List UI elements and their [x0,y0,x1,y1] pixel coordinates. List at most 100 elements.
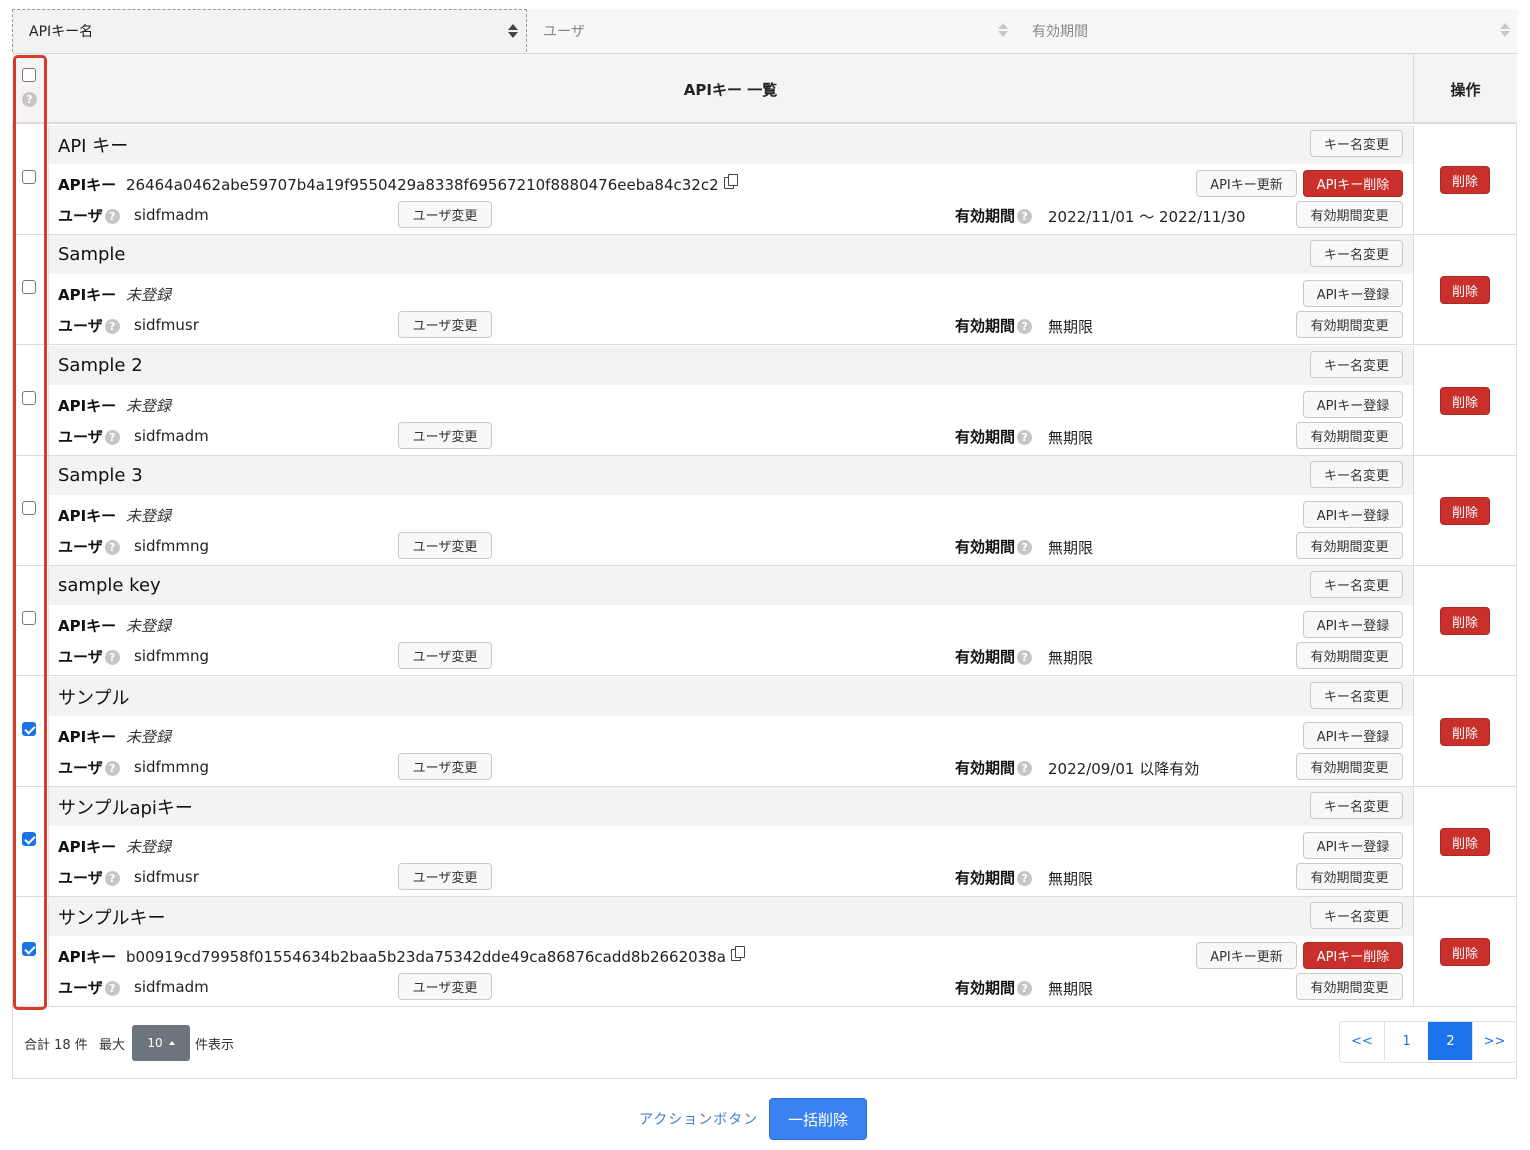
delete-api-key-button[interactable]: APIキー削除 [1303,942,1403,969]
delete-api-key-button[interactable]: APIキー削除 [1303,170,1403,197]
pagination-first[interactable]: << [1340,1022,1384,1060]
change-validity-button[interactable]: 有効期間変更 [1296,642,1403,669]
delete-row-button[interactable]: 削除 [1440,166,1490,194]
sort-column-user[interactable]: ユーザ [527,9,1016,52]
row-checkbox[interactable] [22,170,36,184]
rename-key-button[interactable]: キー名変更 [1310,351,1403,378]
update-api-key-button[interactable]: APIキー更新 [1196,942,1297,969]
delete-row-button[interactable]: 削除 [1440,828,1490,856]
help-icon[interactable]: ? [1017,981,1033,996]
per-page-select[interactable]: 10 [132,1025,190,1061]
change-user-button[interactable]: ユーザ変更 [398,422,492,449]
change-validity-button[interactable]: 有効期間変更 [1296,973,1403,1000]
rename-key-button[interactable]: キー名変更 [1310,130,1403,157]
change-user-button[interactable]: ユーザ変更 [398,973,492,1000]
row-checkbox[interactable] [22,722,36,736]
user-label: ユーザ? [58,315,120,336]
change-validity-button[interactable]: 有効期間変更 [1296,532,1403,559]
key-name-band [48,346,1413,385]
validity-value: 無期限 [1048,870,1094,888]
help-icon[interactable]: ? [1017,540,1033,555]
user-value: sidfmadm [134,978,209,996]
help-icon[interactable]: ? [104,430,120,445]
help-icon[interactable]: ? [104,540,120,555]
bulk-delete-button[interactable]: 一括削除 [769,1098,867,1140]
table-row: Sample キー名変更 APIキー 未登録 APIキー登録 ユーザ? sidfmusr ユー… [12,235,1517,345]
change-validity-button[interactable]: 有効期間変更 [1296,863,1403,890]
change-user-button[interactable]: ユーザ変更 [398,753,492,780]
row-checkbox[interactable] [22,832,36,846]
update-api-key-button[interactable]: APIキー更新 [1196,170,1297,197]
register-api-key-button[interactable]: APIキー登録 [1303,722,1403,749]
register-api-key-button[interactable]: APIキー登録 [1303,611,1403,638]
change-user-button[interactable]: ユーザ変更 [398,311,492,338]
key-name: サンプル [58,687,130,709]
validity-label-text: 有効期間 [955,979,1016,997]
delete-row-button[interactable]: 削除 [1440,276,1490,304]
register-api-key-button[interactable]: APIキー登録 [1303,501,1403,528]
change-user-button[interactable]: ユーザ変更 [398,201,492,228]
pagination-last[interactable]: >> [1472,1022,1516,1060]
help-icon[interactable]: ? [104,650,120,665]
rename-key-button[interactable]: キー名変更 [1310,902,1403,929]
row-checkbox[interactable] [22,280,36,294]
user-label: ユーザ? [58,426,120,447]
register-api-key-button[interactable]: APIキー登録 [1303,832,1403,859]
key-name-band [48,456,1413,495]
help-icon[interactable]: ? [104,981,120,996]
delete-row-button[interactable]: 削除 [1440,607,1490,635]
delete-row-button[interactable]: 削除 [1440,497,1490,525]
help-icon[interactable]: ? [1017,430,1033,445]
divider [48,235,49,344]
row-checkbox[interactable] [22,611,36,625]
validity-label-text: 有効期間 [955,428,1016,446]
row-checkbox[interactable] [22,391,36,405]
rename-key-button[interactable]: キー名変更 [1310,461,1403,488]
change-validity-button[interactable]: 有効期間変更 [1296,311,1403,338]
row-checkbox[interactable] [22,942,36,956]
pagination-page-2[interactable]: 2 [1428,1022,1472,1060]
validity-label: 有効期間? [955,426,1033,447]
change-user-button[interactable]: ユーザ変更 [398,532,492,559]
help-icon[interactable]: ? [1017,319,1033,334]
row-checkbox[interactable] [22,501,36,515]
sort-column-key-name[interactable]: APIキー名 [12,9,527,52]
pagination-page-1[interactable]: 1 [1384,1022,1428,1060]
rename-key-button[interactable]: キー名変更 [1310,240,1403,267]
rename-key-button[interactable]: キー名変更 [1310,682,1403,709]
api-key-value: 未登録 [126,838,172,856]
change-user-button[interactable]: ユーザ変更 [398,642,492,669]
delete-row-button[interactable]: 削除 [1440,938,1490,966]
change-validity-button[interactable]: 有効期間変更 [1296,422,1403,449]
rename-key-button[interactable]: キー名変更 [1310,571,1403,598]
help-icon[interactable]: ? [104,209,120,224]
help-icon[interactable]: ? [1017,650,1033,665]
key-name-band [48,677,1413,716]
user-label: ユーザ? [58,536,120,557]
change-user-button[interactable]: ユーザ変更 [398,863,492,890]
api-key-value: 未登録 [126,397,172,415]
help-icon[interactable]: ? [104,761,120,776]
help-icon[interactable]: ? [104,319,120,334]
table-row: Sample 2 キー名変更 APIキー 未登録 APIキー登録 ユーザ? sidfmadm… [12,346,1517,456]
sort-column-validity[interactable]: 有効期間 [1016,9,1518,52]
validity-label: 有効期間? [955,205,1033,226]
copy-icon[interactable] [730,946,745,961]
change-validity-button[interactable]: 有効期間変更 [1296,753,1403,780]
rename-key-button[interactable]: キー名変更 [1310,792,1403,819]
register-api-key-button[interactable]: APIキー登録 [1303,280,1403,307]
api-key-label: APIキー [58,176,117,194]
help-icon[interactable]: ? [104,871,120,886]
help-icon[interactable]: ? [1017,761,1033,776]
copy-icon[interactable] [723,174,738,189]
help-icon[interactable]: ? [1017,871,1033,886]
change-validity-button[interactable]: 有効期間変更 [1296,201,1403,228]
user-label-text: ユーザ [58,317,103,335]
delete-row-button[interactable]: 削除 [1440,718,1490,746]
register-api-key-button[interactable]: APIキー登録 [1303,391,1403,418]
help-icon[interactable]: ? [1017,209,1033,224]
key-name: API キー [58,135,129,157]
user-label: ユーザ? [58,757,120,778]
api-key-value: 未登録 [126,617,172,635]
delete-row-button[interactable]: 削除 [1440,387,1490,415]
